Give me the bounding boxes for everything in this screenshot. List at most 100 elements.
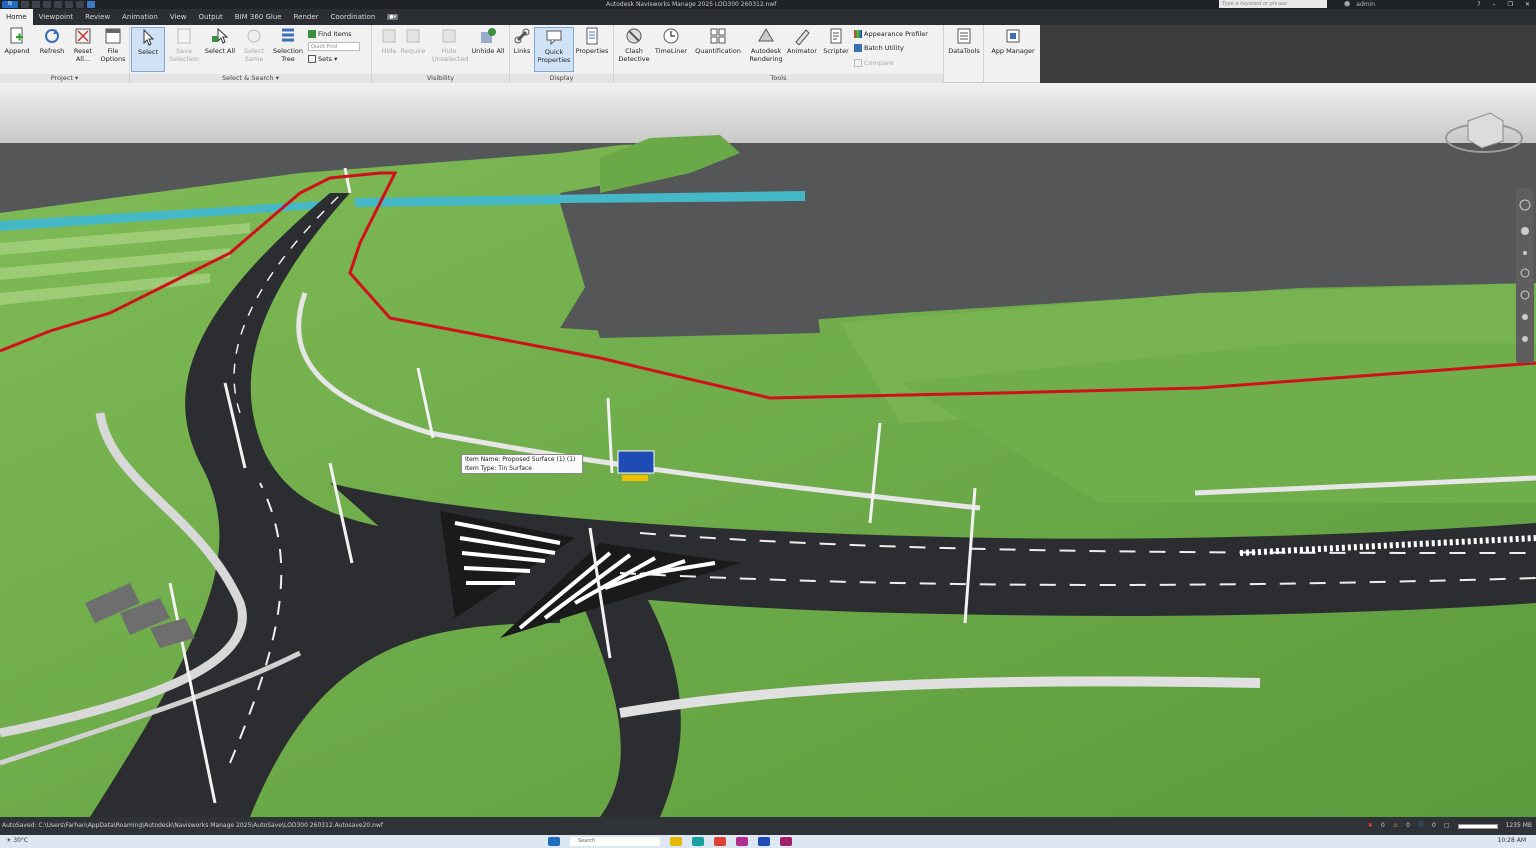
- save-selection-button[interactable]: Save Selection: [167, 27, 201, 63]
- tab-output[interactable]: Output: [192, 9, 228, 25]
- scripter-button[interactable]: Scripter: [819, 27, 853, 55]
- start-icon[interactable]: [548, 837, 560, 846]
- compare-button[interactable]: Compare: [854, 57, 894, 68]
- windows-taskbar: ☀ 30°C Search 10:28 AM: [0, 835, 1536, 848]
- timeliner-icon: [662, 27, 680, 45]
- autodesk-rendering-button[interactable]: Autodesk Rendering: [746, 27, 786, 63]
- undo-icon[interactable]: [65, 1, 73, 8]
- ribbon-tabs: Home Viewpoint Review Animation View Out…: [0, 9, 1536, 25]
- batch-utility-icon: [854, 43, 862, 52]
- quantification-button[interactable]: Quantification: [692, 27, 744, 55]
- unhide-all-icon: [479, 27, 497, 45]
- ribbon-minimize-icon[interactable]: ●▾: [387, 14, 399, 20]
- chevron-down-icon: ▾: [334, 54, 338, 63]
- new-icon[interactable]: [21, 1, 29, 8]
- datatools-button[interactable]: DataTools: [947, 27, 981, 55]
- panel-title-display: Display: [510, 74, 613, 83]
- user-icon[interactable]: ☻: [1344, 0, 1350, 9]
- hide-unselected-button[interactable]: Hide Unselected: [432, 27, 468, 63]
- ribbon: Append Refresh Reset All... File Options…: [0, 25, 1040, 83]
- tab-view[interactable]: View: [164, 9, 193, 25]
- panel-tools: Clash Detective TimeLiner Quantification…: [614, 25, 944, 83]
- road-sign: [617, 450, 655, 474]
- scene-render: [0, 83, 1536, 817]
- tab-bim360-glue[interactable]: BIM 360 Glue: [229, 9, 288, 25]
- redo-icon[interactable]: [76, 1, 84, 8]
- require-icon: [404, 27, 422, 45]
- panel-datatools: DataTools: [944, 25, 984, 83]
- 3d-viewport[interactable]: Item Name: Proposed Surface (1) (1) Item…: [0, 83, 1536, 817]
- open-icon[interactable]: [32, 1, 40, 8]
- app-manager-button[interactable]: App Manager: [988, 27, 1038, 55]
- tab-coordination[interactable]: Coordination: [325, 9, 382, 25]
- save-icon[interactable]: [43, 1, 51, 8]
- select-all-icon: [211, 27, 229, 45]
- tab-review[interactable]: Review: [79, 9, 116, 25]
- sets-icon: [308, 54, 316, 63]
- print-icon[interactable]: [54, 1, 62, 8]
- navisworks-icon[interactable]: [758, 837, 770, 846]
- info-count: 0: [1432, 822, 1436, 829]
- sheet-icon[interactable]: ▢: [1444, 817, 1450, 835]
- memory-usage: 1235 MB: [1505, 822, 1532, 829]
- properties-icon: [583, 27, 601, 45]
- warning-icon[interactable]: ⚠: [1393, 817, 1398, 835]
- tab-viewpoint[interactable]: Viewpoint: [33, 9, 79, 25]
- quick-properties-button[interactable]: Quick Properties: [534, 27, 574, 72]
- tab-render[interactable]: Render: [288, 9, 325, 25]
- refresh-icon: [43, 27, 61, 45]
- tooltip-item-name: Item Name: Proposed Surface (1) (1): [465, 456, 576, 463]
- select-icon[interactable]: [87, 1, 95, 8]
- taskbar-search-input[interactable]: Search: [570, 837, 660, 846]
- timeliner-button[interactable]: TimeLiner: [654, 27, 688, 55]
- tab-home[interactable]: Home: [0, 9, 33, 25]
- select-button[interactable]: Select: [131, 27, 165, 72]
- panel-title-project[interactable]: Project ▾: [0, 74, 129, 83]
- close-button[interactable]: ✕: [1525, 0, 1530, 9]
- reset-all-button[interactable]: Reset All...: [66, 27, 100, 63]
- quick-find-input[interactable]: Quick Find: [308, 42, 360, 51]
- append-button[interactable]: Append: [0, 27, 34, 55]
- restore-button[interactable]: ❐: [1508, 0, 1513, 9]
- info-icon[interactable]: ⓘ: [1418, 817, 1424, 835]
- select-same-button[interactable]: Select Same: [237, 27, 271, 63]
- user-name[interactable]: admin: [1356, 0, 1375, 9]
- panel-project: Append Refresh Reset All... File Options…: [0, 25, 130, 83]
- explorer-icon[interactable]: [670, 837, 682, 846]
- clock[interactable]: 10:28 AM: [1498, 837, 1526, 844]
- datatools-icon: [955, 27, 973, 45]
- properties-button[interactable]: Properties: [575, 27, 609, 55]
- hide-unselected-icon: [440, 27, 458, 45]
- app-logo-icon[interactable]: N: [2, 1, 18, 8]
- save-selection-icon: [175, 27, 193, 45]
- appearance-profiler-button[interactable]: Appearance Profiler: [854, 28, 928, 39]
- sets-dropdown[interactable]: Sets ▾: [308, 53, 337, 64]
- edge-icon[interactable]: [692, 837, 704, 846]
- require-button[interactable]: Require: [396, 27, 430, 55]
- select-all-button[interactable]: Select All: [203, 27, 237, 55]
- tab-animation[interactable]: Animation: [116, 9, 164, 25]
- minimize-button[interactable]: –: [1493, 0, 1496, 9]
- panel-title-select-search[interactable]: Select & Search ▾: [130, 74, 371, 83]
- unhide-all-button[interactable]: Unhide All: [471, 27, 505, 55]
- weather-widget[interactable]: ☀ 30°C: [6, 837, 28, 844]
- progress-bar: [1457, 823, 1498, 829]
- help-icon[interactable]: ?: [1477, 0, 1480, 9]
- app-icon[interactable]: [736, 837, 748, 846]
- help-search-input[interactable]: Type a keyword or phrase: [1219, 0, 1327, 8]
- panel-app-manager: App Manager: [984, 25, 1040, 83]
- title-bar: N Autodesk Navisworks Manage 2025 LOD300…: [0, 0, 1536, 9]
- batch-utility-button[interactable]: Batch Utility: [854, 42, 904, 53]
- find-items-button[interactable]: Find Items: [308, 28, 352, 39]
- append-icon: [8, 27, 26, 45]
- navigation-bar[interactable]: [1516, 188, 1534, 363]
- chrome-icon[interactable]: [714, 837, 726, 846]
- animator-button[interactable]: Animator: [785, 27, 819, 55]
- selection-tree-button[interactable]: Selection Tree: [271, 27, 305, 63]
- refresh-button[interactable]: Refresh: [35, 27, 69, 55]
- file-options-button[interactable]: File Options: [96, 27, 130, 63]
- clash-detective-button[interactable]: Clash Detective: [617, 27, 651, 63]
- error-icon[interactable]: ✖: [1368, 817, 1373, 835]
- ribbon-empty-area: [1040, 25, 1536, 83]
- app-icon[interactable]: [780, 837, 792, 846]
